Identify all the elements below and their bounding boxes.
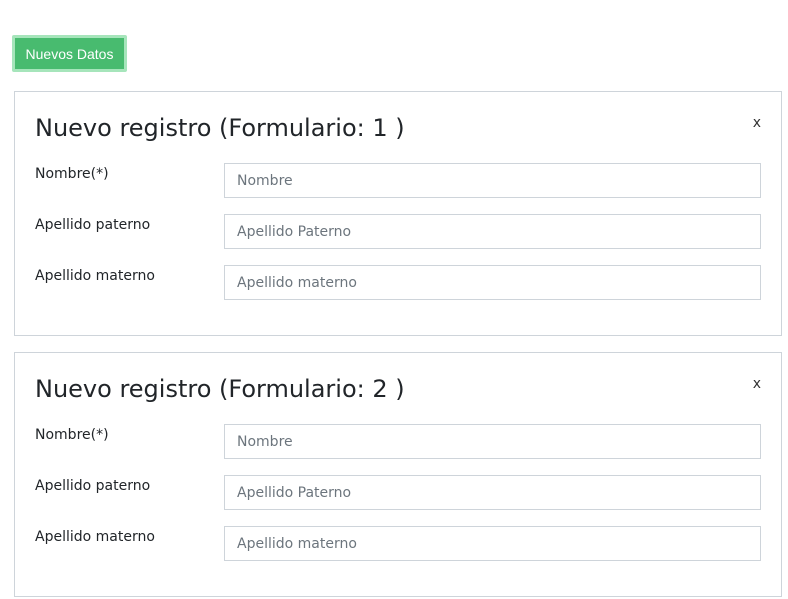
nombre-input[interactable] bbox=[224, 163, 761, 198]
nombre-input[interactable] bbox=[224, 424, 761, 459]
nuevos-datos-button[interactable]: Nuevos Datos bbox=[12, 35, 127, 72]
close-form-button[interactable]: x bbox=[753, 115, 761, 131]
form-title: Nuevo registro (Formulario: 2 ) bbox=[35, 375, 405, 403]
apellido-paterno-label: Apellido paterno bbox=[35, 217, 151, 233]
apellido-paterno-input[interactable] bbox=[224, 475, 761, 510]
apellido-materno-label: Apellido materno bbox=[35, 268, 155, 284]
form-card-1: Nuevo registro (Formulario: 1 ) x Nombre… bbox=[14, 91, 782, 336]
apellido-materno-input[interactable] bbox=[224, 265, 761, 300]
apellido-materno-input[interactable] bbox=[224, 526, 761, 561]
form-card-2: Nuevo registro (Formulario: 2 ) x Nombre… bbox=[14, 352, 782, 597]
apellido-paterno-input[interactable] bbox=[224, 214, 761, 249]
form-title: Nuevo registro (Formulario: 1 ) bbox=[35, 114, 405, 142]
apellido-materno-label: Apellido materno bbox=[35, 529, 155, 545]
nombre-label: Nombre(*) bbox=[35, 427, 109, 443]
nombre-label: Nombre(*) bbox=[35, 166, 109, 182]
apellido-paterno-label: Apellido paterno bbox=[35, 478, 151, 494]
close-form-button[interactable]: x bbox=[753, 376, 761, 392]
